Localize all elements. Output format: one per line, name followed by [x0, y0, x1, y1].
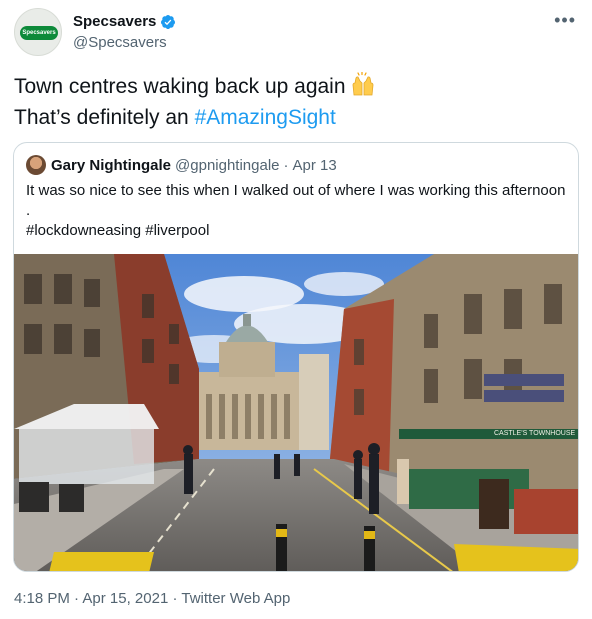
avatar-logo: Specsavers: [20, 26, 58, 40]
tweet-time[interactable]: 4:18 PM: [14, 590, 70, 607]
tweet-line-1: Town centres waking back up again: [14, 71, 574, 102]
quote-author-avatar[interactable]: [26, 155, 46, 175]
author-display-name[interactable]: Specsavers: [73, 13, 156, 30]
street-scene-image[interactable]: CASTLE'S TOWNHOUSE: [14, 254, 579, 572]
tweet-line-1-text: Town centres waking back up again: [14, 75, 346, 98]
meta-separator-1: ·: [74, 590, 80, 607]
pub-sign-text: CASTLE'S TOWNHOUSE: [494, 430, 576, 437]
hashtag-link[interactable]: #AmazingSight: [195, 106, 336, 129]
quote-separator: ·: [283, 156, 289, 174]
author-handle[interactable]: @Specsavers: [73, 34, 167, 51]
quote-text-line-2: .: [26, 202, 31, 219]
hashtag-liverpool[interactable]: #liverpool: [145, 222, 209, 239]
hashtag-lockdowneasing[interactable]: #lockdowneasing: [26, 222, 141, 239]
raising-hands-icon: [352, 72, 373, 96]
tweet-line-2-text: That’s definitely an: [14, 106, 195, 129]
quote-author-handle[interactable]: @gpnightingale: [175, 157, 279, 174]
tweet-text: Town centres waking back up again That’s…: [14, 71, 574, 133]
tweet-line-2: That’s definitely an #AmazingSight: [14, 102, 574, 133]
quote-author-name[interactable]: Gary Nightingale: [51, 157, 171, 174]
quote-text-line-1: It was so nice to see this when I walked…: [26, 182, 566, 199]
quote-hashtags: #lockdowneasing #liverpool: [26, 221, 571, 241]
verified-badge-icon: [161, 14, 176, 29]
tweet-header: Specsavers Specsavers @Specsavers •••: [14, 8, 580, 58]
tweet-date[interactable]: Apr 15, 2021: [82, 590, 168, 607]
quote-header: Gary Nightingale @gpnightingale · Apr 13: [26, 155, 337, 175]
source-app[interactable]: Twitter Web App: [181, 590, 290, 607]
more-icon[interactable]: •••: [554, 10, 576, 31]
meta-separator-2: ·: [172, 590, 178, 607]
quote-tweet-card[interactable]: Gary Nightingale @gpnightingale · Apr 13…: [13, 142, 579, 572]
tweet-meta: 4:18 PM · Apr 15, 2021 · Twitter Web App: [14, 590, 290, 607]
author-name-row: Specsavers: [73, 13, 176, 30]
quote-date[interactable]: Apr 13: [293, 157, 337, 174]
quote-text: It was so nice to see this when I walked…: [26, 181, 571, 241]
author-avatar[interactable]: Specsavers: [14, 8, 62, 56]
